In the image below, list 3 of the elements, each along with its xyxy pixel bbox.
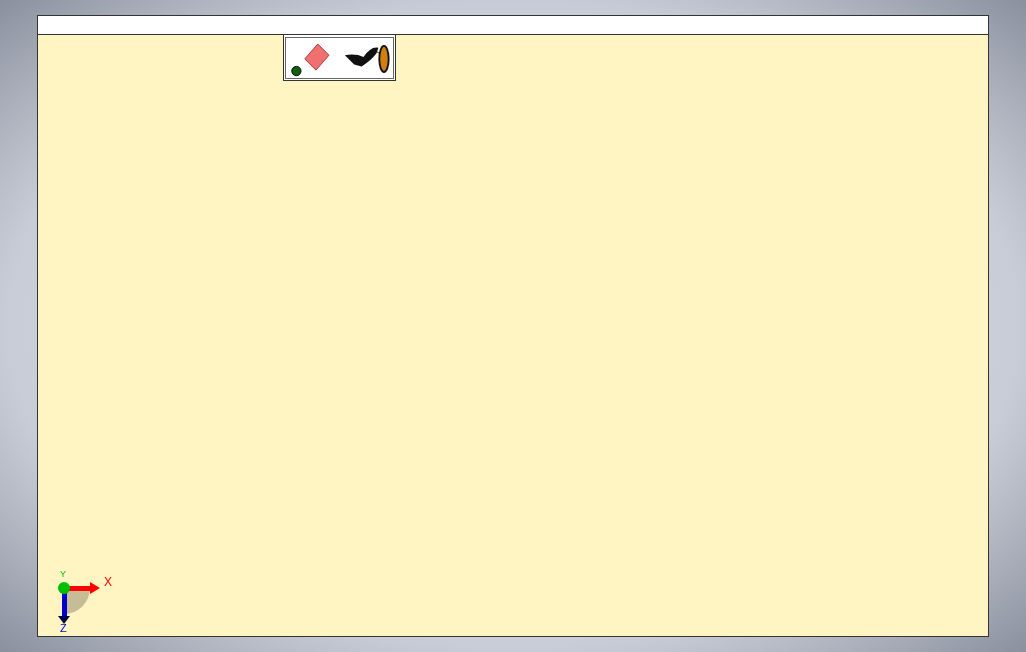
y-axis-label: Y bbox=[60, 570, 66, 579]
x-axis-label: X bbox=[104, 576, 112, 588]
z-axis-label: Z bbox=[60, 623, 67, 634]
